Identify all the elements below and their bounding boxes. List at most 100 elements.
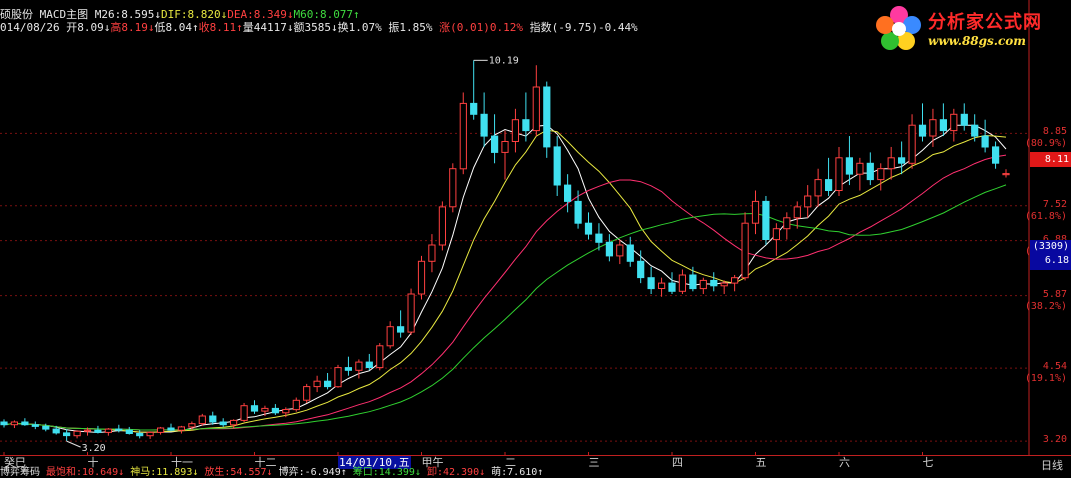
price-tick-label: 5.87 bbox=[1042, 288, 1067, 300]
cursor-count: (3309) bbox=[1032, 241, 1069, 252]
candle-down bbox=[564, 184, 572, 202]
fib-pct-label: (19.1%) bbox=[1024, 373, 1067, 385]
candle-down bbox=[491, 135, 499, 153]
candle-down bbox=[762, 200, 770, 240]
candle-down bbox=[898, 157, 906, 164]
candle-up bbox=[814, 179, 822, 197]
bottom-indicator-seg: 萌:7.610↑ bbox=[485, 467, 544, 478]
candle-up bbox=[146, 431, 154, 437]
bottom-indicator-seg: 放生:54.557↓ bbox=[198, 467, 273, 478]
candle-down bbox=[626, 244, 634, 262]
candle-down bbox=[480, 113, 488, 137]
flower-logo-icon bbox=[876, 6, 921, 50]
candle-up bbox=[83, 429, 92, 432]
candle-up bbox=[177, 426, 186, 431]
candle-up bbox=[856, 162, 864, 175]
quote-seg: 换1.07% bbox=[337, 21, 382, 34]
candle-down bbox=[344, 367, 352, 371]
candle-up bbox=[804, 195, 812, 208]
candle-up bbox=[877, 168, 885, 181]
indicator-seg: M26:8.595↓ bbox=[94, 8, 161, 21]
candle-down bbox=[971, 124, 979, 137]
candle-up bbox=[772, 228, 780, 241]
candle-down bbox=[125, 429, 133, 435]
candle-down bbox=[271, 407, 279, 414]
candle-down bbox=[543, 86, 551, 148]
candle-up bbox=[887, 157, 895, 170]
price-tick-label: 3.20 bbox=[1042, 434, 1067, 446]
candle-up bbox=[699, 279, 707, 290]
quote-seg: 涨(0.01)0.12% bbox=[432, 21, 523, 34]
quote-seg: 额3585↓ bbox=[293, 21, 338, 34]
candle-down bbox=[553, 146, 561, 186]
price-tick-label: 8.85 bbox=[1042, 126, 1067, 138]
candle-down bbox=[219, 421, 227, 426]
candle-down bbox=[42, 425, 50, 430]
candle-down bbox=[63, 432, 71, 437]
candle-down bbox=[52, 428, 60, 434]
candle-down bbox=[21, 421, 29, 426]
candle-up bbox=[731, 277, 739, 284]
candle-down bbox=[31, 424, 39, 427]
candle-down bbox=[522, 119, 530, 132]
quote-seg: 开8.09↓ bbox=[66, 21, 111, 34]
candle-down bbox=[960, 113, 968, 126]
candle-up bbox=[929, 119, 937, 137]
candle-down bbox=[94, 429, 102, 433]
candle-up bbox=[261, 407, 269, 412]
candle-down bbox=[574, 200, 582, 224]
candle-up bbox=[198, 415, 206, 425]
candle-down bbox=[115, 428, 123, 431]
candle-up bbox=[157, 427, 165, 433]
quote-seg: 低8.04↑ bbox=[154, 21, 199, 34]
price-axis: 8.85(80.9%)7.52(61.8%)6.88(50.0%)5.87(38… bbox=[1024, 0, 1071, 478]
candle-up bbox=[835, 157, 843, 192]
candle-up bbox=[355, 361, 363, 371]
candle-down bbox=[939, 119, 947, 132]
candle-down bbox=[209, 415, 217, 423]
quote-seg: 指数(-9.75)-0.44% bbox=[522, 21, 638, 34]
candle-up bbox=[230, 419, 238, 426]
candle-up bbox=[104, 428, 113, 433]
candle-down bbox=[397, 326, 405, 333]
ma-line-green bbox=[3, 184, 1007, 431]
candle-down bbox=[595, 233, 603, 243]
candle-up bbox=[511, 119, 519, 142]
candle-up bbox=[292, 399, 300, 411]
bottom-indicator-seg: 卸:42.390↓ bbox=[420, 467, 486, 478]
candle-down bbox=[637, 260, 645, 279]
price-tick-label: 4.54 bbox=[1042, 361, 1067, 373]
ma-line-red bbox=[3, 154, 1007, 431]
candle-up bbox=[438, 206, 446, 246]
cursor-price: 6.18 bbox=[1044, 255, 1069, 266]
bottom-indicator-bar: 博弈筹码 最饱和:10.649↓ 神马:11.893↓ 放生:54.557↓ 博… bbox=[0, 468, 1071, 478]
low-marker-line bbox=[66, 440, 81, 448]
last-price-tag: 8.11 bbox=[1030, 152, 1071, 167]
candle-down bbox=[605, 241, 613, 257]
high-annotation: 10.19 bbox=[489, 55, 519, 66]
candle-up bbox=[376, 345, 384, 369]
quote-seg: 014/08/26 bbox=[0, 21, 67, 34]
candle-down bbox=[470, 102, 478, 115]
candle-up bbox=[616, 244, 624, 257]
candle-up bbox=[501, 141, 509, 153]
candle-up bbox=[1002, 173, 1010, 176]
candle-up bbox=[658, 282, 666, 290]
candlestick-chart[interactable]: 10.19 3.20 bbox=[0, 0, 1030, 455]
logo-title: 分析家公式网 bbox=[928, 12, 1042, 33]
low-annotation: 3.20 bbox=[82, 443, 106, 454]
candle-up bbox=[240, 405, 248, 421]
logo-url: www.88gs.com bbox=[928, 34, 1026, 48]
bottom-indicator-seg: 博弈:-6.949↑ bbox=[272, 467, 347, 478]
quote-seg: 高8.19↓ bbox=[110, 21, 155, 34]
candle-down bbox=[866, 162, 874, 181]
candle-up bbox=[783, 217, 791, 230]
candle-up bbox=[188, 423, 196, 428]
candle-up bbox=[459, 102, 467, 170]
candle-down bbox=[845, 157, 853, 175]
quote-seg: 振1.85% bbox=[381, 21, 433, 34]
fib-pct-label: (38.2%) bbox=[1024, 300, 1067, 312]
candle-up bbox=[417, 260, 426, 295]
candle-up bbox=[407, 293, 415, 333]
candle-down bbox=[668, 282, 676, 292]
